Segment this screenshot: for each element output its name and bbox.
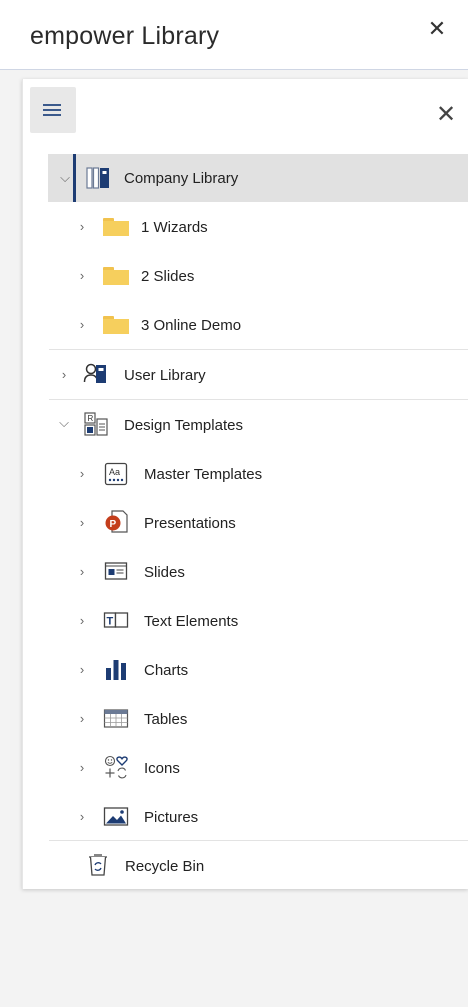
tree-item-tables[interactable]: › Tables xyxy=(23,695,468,743)
user-library-icon xyxy=(83,361,109,387)
tree-item-label: Master Templates xyxy=(144,466,263,483)
tree-item-folder[interactable]: › 1 Wizards xyxy=(23,203,468,251)
master-templates-icon: Aa xyxy=(103,461,129,487)
chevron-right-icon[interactable]: › xyxy=(57,368,71,382)
tables-icon xyxy=(103,706,129,732)
tree-item-label: Pictures xyxy=(144,809,199,826)
chevron-right-icon[interactable]: › xyxy=(75,220,89,234)
svg-text:T: T xyxy=(107,616,114,628)
tree-item-charts[interactable]: › Charts xyxy=(23,646,468,694)
tree-item-user-library[interactable]: › User Library xyxy=(23,351,468,399)
chevron-down-icon[interactable]: ⌵ xyxy=(57,416,71,430)
chevron-right-icon[interactable]: › xyxy=(75,269,89,283)
chevron-right-icon[interactable]: › xyxy=(75,712,89,726)
tree-item-label: User Library xyxy=(124,367,206,384)
tree-item-slides[interactable]: › Slides xyxy=(23,548,468,596)
svg-text:R: R xyxy=(88,414,94,423)
panel-close-button[interactable]: ✕ xyxy=(434,103,458,127)
tree-item-label: 2 Slides xyxy=(141,268,195,285)
divider xyxy=(49,840,468,841)
tree-item-company-library[interactable]: ⌵ Company Library xyxy=(48,154,468,202)
tree-item-label: Design Templates xyxy=(124,417,243,434)
tree-item-design-templates[interactable]: ⌵ R Design Templates xyxy=(23,401,468,449)
charts-icon xyxy=(103,656,129,682)
folder-icon xyxy=(103,312,129,338)
svg-text:Aa: Aa xyxy=(109,467,120,477)
tree-item-pictures[interactable]: › Pictures xyxy=(23,793,468,841)
text-elements-icon: T xyxy=(103,608,129,634)
tree-item-label: Slides xyxy=(144,564,185,581)
library-panel: ✕ ⌵ Company Library › 1 Wizards › 2 Slid… xyxy=(22,79,468,889)
chevron-right-icon[interactable]: › xyxy=(75,467,89,481)
tree-item-label: 1 Wizards xyxy=(141,219,208,236)
tree-item-label: Charts xyxy=(144,662,189,679)
tree-item-icons[interactable]: › Icons xyxy=(23,744,468,792)
tree-item-text-elements[interactable]: › T Text Elements xyxy=(23,597,468,645)
tree-item-presentations[interactable]: › P Presentations xyxy=(23,499,468,547)
chevron-right-icon[interactable]: › xyxy=(75,565,89,579)
design-templates-icon: R xyxy=(83,411,109,437)
tree-item-label: Presentations xyxy=(144,515,236,532)
chevron-right-icon[interactable]: › xyxy=(75,761,89,775)
tree-item-label: Icons xyxy=(144,760,180,777)
chevron-down-icon[interactable]: ⌵ xyxy=(58,171,72,185)
hamburger-menu-button[interactable] xyxy=(30,87,76,133)
tree-item-label: Company Library xyxy=(124,170,239,187)
tree-item-recycle-bin[interactable]: Recycle Bin xyxy=(23,842,468,890)
tree-item-folder[interactable]: › 2 Slides xyxy=(23,252,468,300)
divider xyxy=(49,349,468,350)
title-bar: empower Library ✕ xyxy=(0,0,468,70)
tree-item-label: Tables xyxy=(144,711,188,728)
chevron-right-icon[interactable]: › xyxy=(75,318,89,332)
company-library-icon xyxy=(85,165,111,191)
chevron-right-icon[interactable]: › xyxy=(75,810,89,824)
divider xyxy=(49,399,468,400)
pictures-icon xyxy=(103,804,129,830)
tree-item-label: 3 Online Demo xyxy=(141,317,242,334)
icons-icon xyxy=(103,754,129,780)
folder-icon xyxy=(103,263,129,289)
window-close-button[interactable]: ✕ xyxy=(426,18,448,40)
slides-icon xyxy=(103,559,129,585)
tree-item-label: Text Elements xyxy=(144,613,239,630)
presentation-icon: P xyxy=(103,509,129,535)
window-title: empower Library xyxy=(30,22,220,50)
tree-item-folder[interactable]: › 3 Online Demo xyxy=(23,301,468,349)
tree-item-master-templates[interactable]: › Aa Master Templates xyxy=(23,450,468,498)
folder-icon xyxy=(103,214,129,240)
recycle-bin-icon xyxy=(85,852,111,878)
chevron-right-icon[interactable]: › xyxy=(75,614,89,628)
svg-text:P: P xyxy=(110,519,117,530)
chevron-right-icon[interactable]: › xyxy=(75,663,89,677)
chevron-right-icon[interactable]: › xyxy=(75,516,89,530)
tree-item-label: Recycle Bin xyxy=(125,858,205,875)
